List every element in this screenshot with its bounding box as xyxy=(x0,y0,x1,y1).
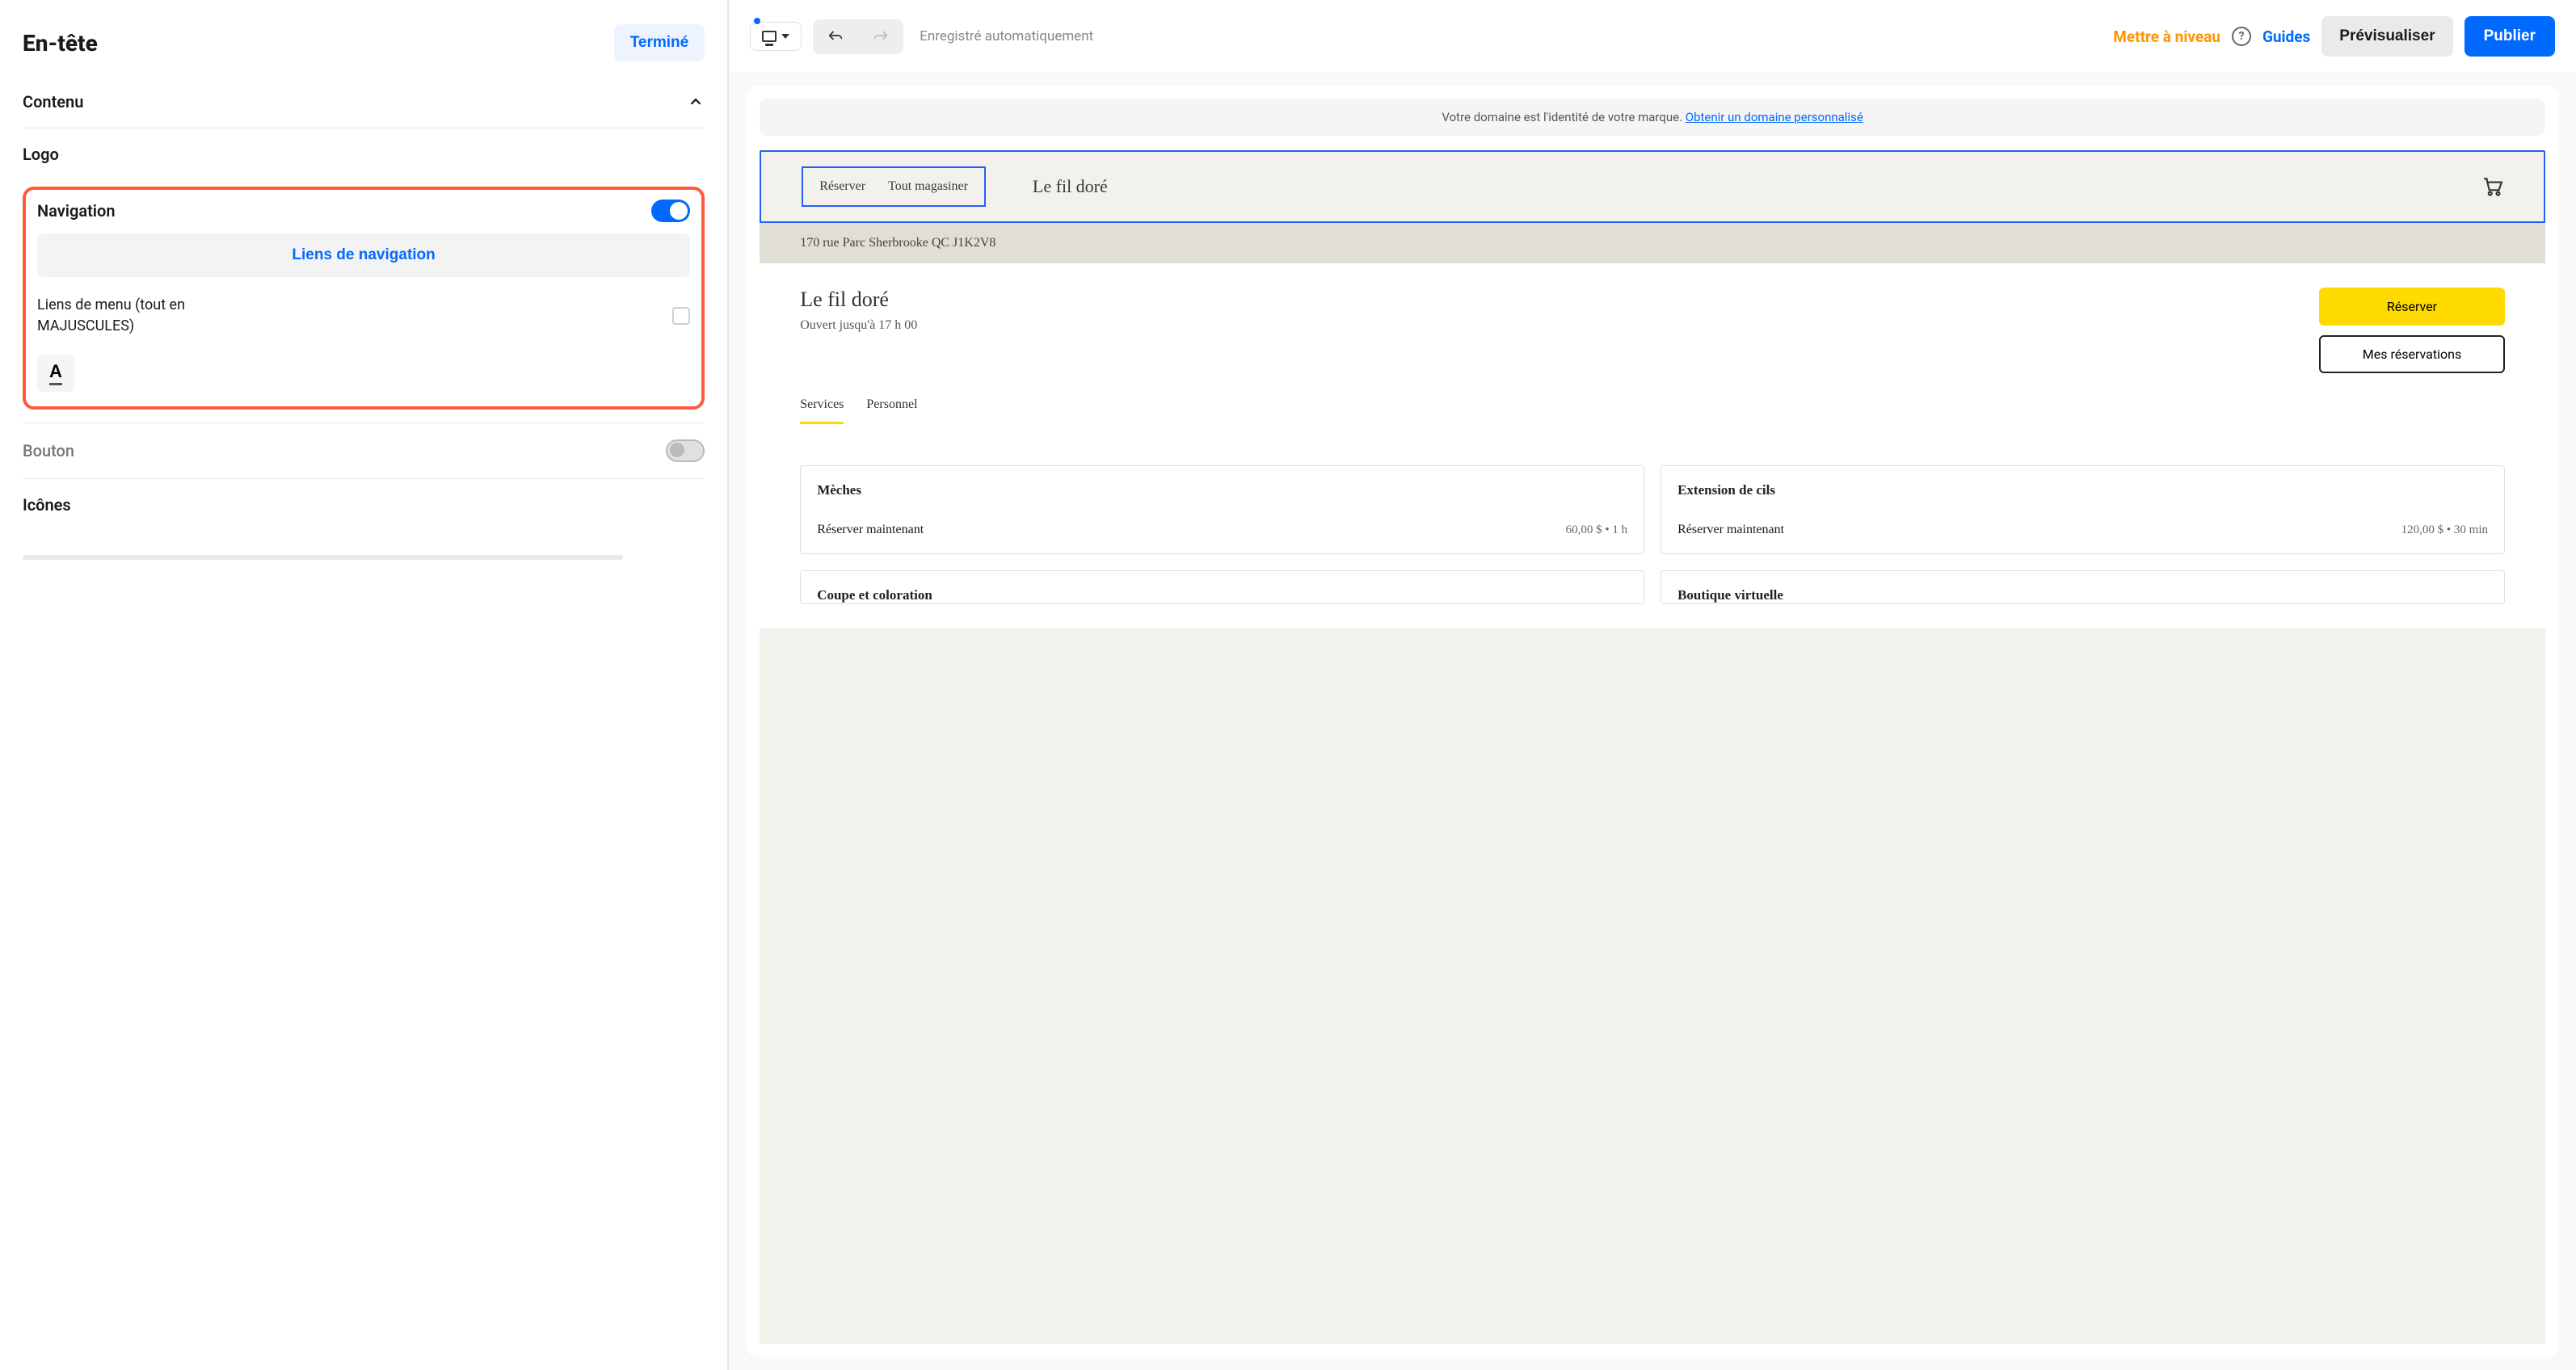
unsaved-indicator-dot xyxy=(754,18,760,24)
content-label: Contenu xyxy=(23,92,83,111)
content-section-header[interactable]: Contenu xyxy=(23,92,705,128)
preview-nav-shopall[interactable]: Tout magasiner xyxy=(888,179,968,194)
redo-button xyxy=(858,19,903,54)
preview-nav-selected[interactable]: Réserver Tout magasiner xyxy=(802,166,986,207)
preview-card-meches[interactable]: Mèches Réserver maintenant 60,00 $ • 1 h xyxy=(800,465,1644,554)
preview-tab-staff[interactable]: Personnel xyxy=(866,397,917,424)
menu-caps-label: Liens de menu (tout en MAJUSCULES) xyxy=(37,295,247,337)
preview-hours: Ouvert jusqu'à 17 h 00 xyxy=(800,318,917,333)
logo-label: Logo xyxy=(23,145,59,164)
navigation-toggle[interactable] xyxy=(651,200,690,222)
preview-button[interactable]: Prévisualiser xyxy=(2321,16,2452,57)
logo-section[interactable]: Logo xyxy=(23,128,705,180)
preview-brand[interactable]: Le fil doré xyxy=(1033,176,2460,197)
navigation-links-button[interactable]: Liens de navigation xyxy=(37,233,690,277)
menu-caps-checkbox[interactable] xyxy=(672,307,690,325)
sidebar-title: En-tête xyxy=(23,30,98,57)
preview-book-now[interactable]: Réserver maintenant xyxy=(1677,523,1784,537)
preview-body: Le fil doré Ouvert jusqu'à 17 h 00 Réser… xyxy=(760,263,2545,628)
preview-card-row: Réserver maintenant 60,00 $ • 1 h xyxy=(817,523,1627,537)
preview-tabs: Services Personnel xyxy=(800,397,2505,425)
preview-card-extension[interactable]: Extension de cils Réserver maintenant 12… xyxy=(1661,465,2505,554)
main-area: Enregistré automatiquement Mettre à nive… xyxy=(729,0,2576,1370)
preview-nav-reserve[interactable]: Réserver xyxy=(819,179,865,194)
undo-redo-group xyxy=(813,19,903,54)
preview-card-row: Réserver maintenant 120,00 $ • 30 min xyxy=(1677,523,2488,537)
preview-card-title: Extension de cils xyxy=(1677,482,2488,498)
help-icon[interactable]: ? xyxy=(2232,27,2251,46)
preview-card-title: Boutique virtuelle xyxy=(1677,587,2488,603)
preview-service-grid: Mèches Réserver maintenant 60,00 $ • 1 h… xyxy=(800,465,2505,604)
button-toggle[interactable] xyxy=(666,439,705,462)
done-button[interactable]: Terminé xyxy=(614,24,705,61)
chevron-up-icon xyxy=(687,93,705,111)
preview-hero-right: Réserver Mes réservations xyxy=(2319,288,2505,373)
save-status: Enregistré automatiquement xyxy=(920,27,1093,45)
button-label: Bouton xyxy=(23,441,74,460)
caret-down-icon xyxy=(781,34,789,39)
text-underline-icon: A xyxy=(49,361,62,385)
undo-button[interactable] xyxy=(813,19,858,54)
preview-book-now[interactable]: Réserver maintenant xyxy=(817,523,924,537)
site-preview: Réserver Tout magasiner Le fil doré 170 … xyxy=(760,150,2545,1344)
menu-caps-row: Liens de menu (tout en MAJUSCULES) xyxy=(37,295,690,337)
navigation-title: Navigation xyxy=(37,201,115,221)
domain-banner-link[interactable]: Obtenir un domaine personnalisé xyxy=(1686,110,1863,124)
navigation-section-highlighted: Navigation Liens de navigation Liens de … xyxy=(23,187,705,410)
upgrade-link[interactable]: Mettre à niveau xyxy=(2113,27,2220,46)
icons-label: Icônes xyxy=(23,495,71,515)
bottom-divider xyxy=(23,555,623,560)
redo-icon xyxy=(873,29,889,42)
undo-icon xyxy=(827,29,844,42)
preview-card-meta: 60,00 $ • 1 h xyxy=(1566,523,1628,537)
domain-banner: Votre domaine est l'identité de votre ma… xyxy=(760,99,2545,136)
domain-banner-text: Votre domaine est l'identité de votre ma… xyxy=(1442,110,1685,124)
sidebar-header: En-tête Terminé xyxy=(23,24,705,61)
canvas: Votre domaine est l'identité de votre ma… xyxy=(747,86,2558,1357)
preview-reserve-button[interactable]: Réserver xyxy=(2319,288,2505,326)
publish-button[interactable]: Publier xyxy=(2464,16,2555,57)
preview-hero-left: Le fil doré Ouvert jusqu'à 17 h 00 xyxy=(800,288,917,333)
preview-title: Le fil doré xyxy=(800,288,917,312)
preview-card-coupe[interactable]: Coupe et coloration xyxy=(800,570,1644,604)
preview-card-boutique[interactable]: Boutique virtuelle xyxy=(1661,570,2505,604)
text-color-button[interactable]: A xyxy=(37,355,74,392)
desktop-icon xyxy=(762,31,777,42)
topbar: Enregistré automatiquement Mettre à nive… xyxy=(729,0,2576,73)
preview-card-title: Mèches xyxy=(817,482,1627,498)
preview-myreservations-button[interactable]: Mes réservations xyxy=(2319,335,2505,373)
guides-link[interactable]: Guides xyxy=(2262,27,2310,46)
button-section[interactable]: Bouton xyxy=(23,422,705,478)
preview-card-title: Coupe et coloration xyxy=(817,587,1627,603)
preview-header-selected[interactable]: Réserver Tout magasiner Le fil doré xyxy=(760,150,2545,223)
cart-icon[interactable] xyxy=(2482,177,2503,196)
preview-card-meta: 120,00 $ • 30 min xyxy=(2401,523,2488,537)
icons-section[interactable]: Icônes xyxy=(23,478,705,531)
preview-hero: Le fil doré Ouvert jusqu'à 17 h 00 Réser… xyxy=(800,288,2505,373)
navigation-header: Navigation xyxy=(37,200,690,222)
device-selector[interactable] xyxy=(750,22,802,51)
canvas-wrapper: Votre domaine est l'identité de votre ma… xyxy=(729,73,2576,1370)
preview-tab-services[interactable]: Services xyxy=(800,397,844,424)
sidebar-panel: En-tête Terminé Contenu Logo Navigation … xyxy=(0,0,729,1370)
preview-address-bar: 170 rue Parc Sherbrooke QC J1K2V8 xyxy=(760,223,2545,263)
